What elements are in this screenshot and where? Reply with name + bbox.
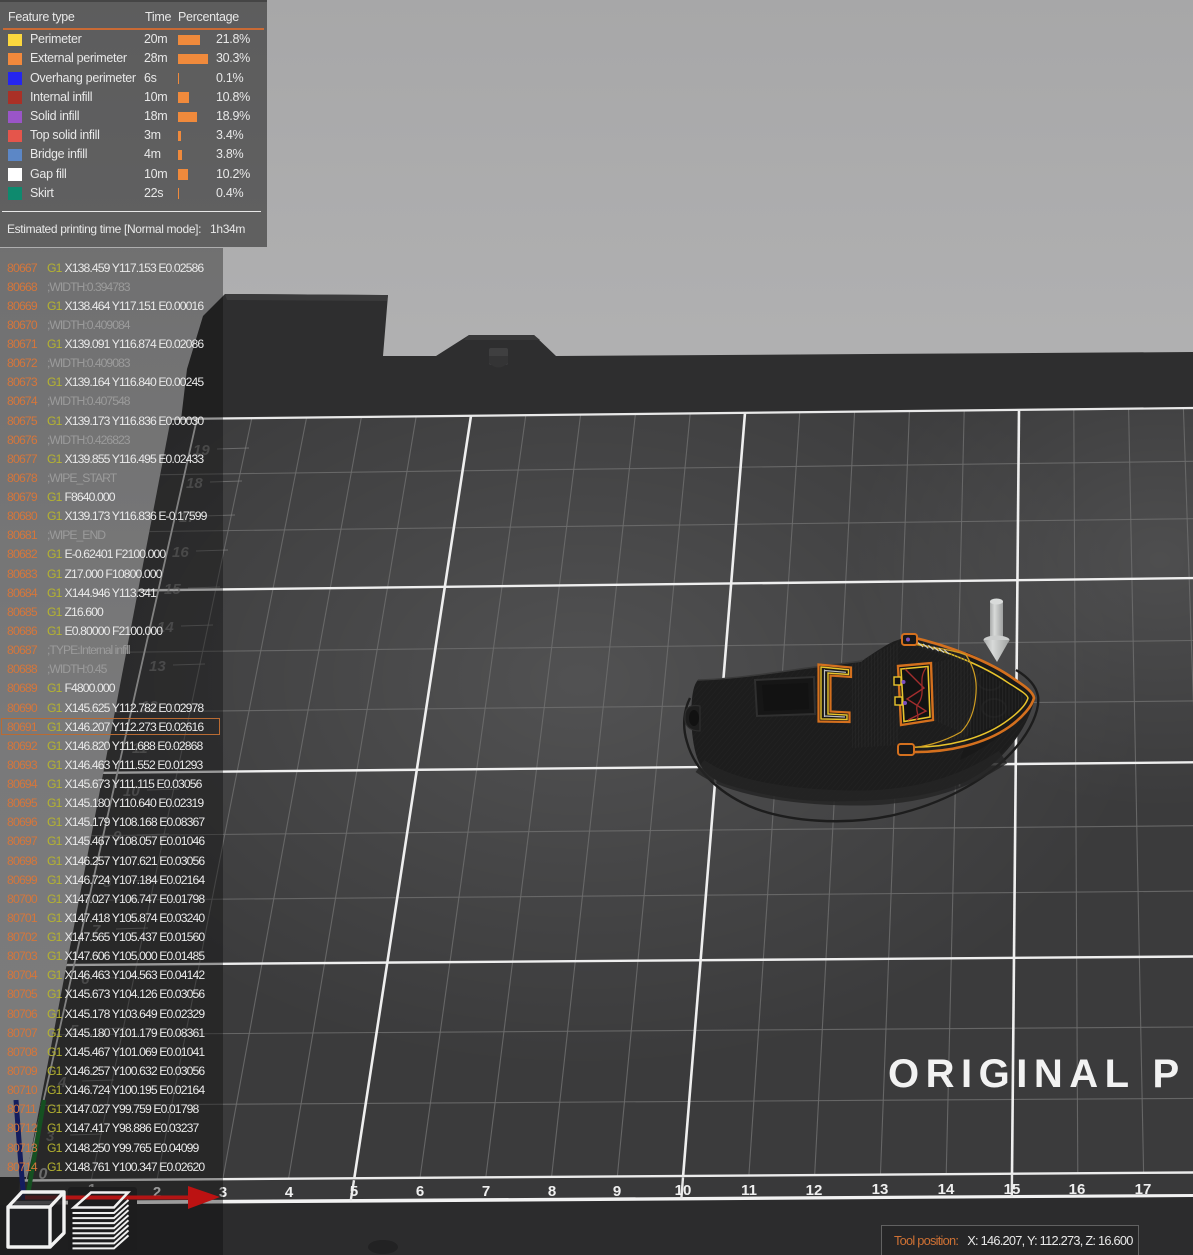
svg-text:8: 8: [548, 1183, 556, 1200]
svg-text:9: 9: [613, 1183, 621, 1200]
svg-text:7: 7: [482, 1183, 490, 1200]
svg-text:12: 12: [806, 1182, 823, 1199]
svg-text:6: 6: [416, 1183, 424, 1200]
svg-text:4: 4: [285, 1184, 294, 1201]
svg-text:15: 15: [1004, 1181, 1021, 1198]
svg-text:17: 17: [1135, 1181, 1152, 1198]
svg-text:14: 14: [938, 1181, 955, 1198]
svg-text:11: 11: [741, 1182, 757, 1199]
svg-text:10: 10: [675, 1182, 692, 1199]
svg-text:5: 5: [350, 1183, 358, 1200]
svg-text:16: 16: [1069, 1181, 1086, 1198]
svg-text:ORIGINAL P: ORIGINAL P: [888, 1052, 1186, 1096]
svg-text:13: 13: [872, 1181, 889, 1198]
